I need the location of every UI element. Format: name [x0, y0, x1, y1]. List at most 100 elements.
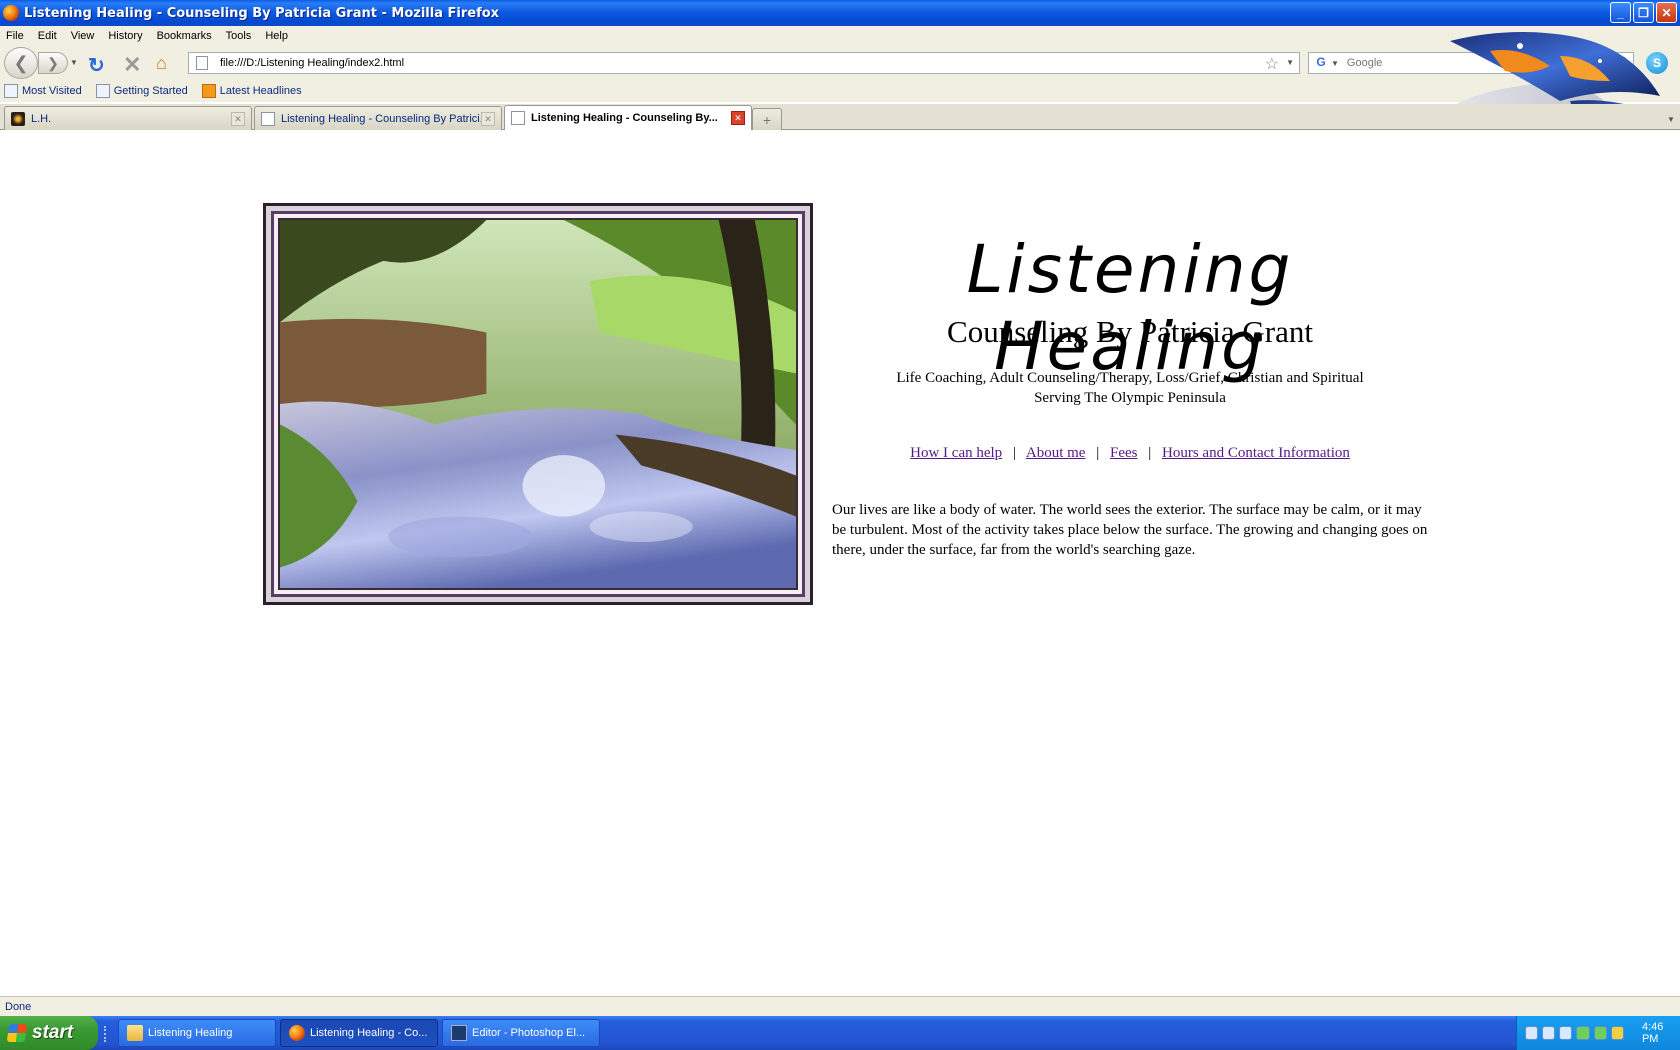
tray-collapse-icon[interactable] — [1525, 1026, 1539, 1040]
site-subtitle: Counseling By Patricia Grant — [947, 314, 1313, 349]
tab-listening-healing-active[interactable]: Listening Healing - Counseling By... ✕ — [504, 105, 752, 130]
tab-list-dropdown-icon[interactable]: ▼ — [1662, 108, 1680, 130]
maximize-button[interactable]: ❐ — [1633, 2, 1654, 23]
tray-app-icon[interactable] — [1610, 1026, 1624, 1040]
intro-paragraph: Our lives are like a body of water. The … — [832, 502, 1428, 558]
tab-close-icon[interactable]: ✕ — [731, 111, 745, 125]
arrow-left-icon: ❮ — [13, 52, 29, 73]
bookmark-star-icon[interactable]: ☆ — [1265, 54, 1279, 74]
tab-close-icon[interactable]: ✕ — [481, 112, 495, 126]
search-input[interactable] — [1346, 57, 1607, 69]
firefox-icon — [3, 5, 19, 21]
tray-network-icon[interactable] — [1542, 1026, 1556, 1040]
task-label: Listening Healing - Co... — [310, 1027, 428, 1039]
firefox-icon — [289, 1025, 305, 1041]
taskbar-item-firefox[interactable]: Listening Healing - Co... — [280, 1019, 438, 1047]
tab-strip: L.H. ✕ Listening Healing - Counseling By… — [0, 104, 1680, 130]
start-button[interactable]: start — [0, 1016, 98, 1050]
tab-close-icon[interactable]: ✕ — [231, 112, 245, 126]
start-label: start — [32, 1022, 74, 1043]
quick-launch-grip[interactable] — [104, 1026, 108, 1042]
link-separator: | — [1096, 445, 1100, 461]
close-button[interactable]: ✕ — [1656, 2, 1677, 23]
menu-bar: File Edit View History Bookmarks Tools H… — [0, 26, 1680, 46]
site-tagline: Life Coaching, Adult Counseling/Therapy,… — [830, 368, 1430, 408]
photoshop-icon — [451, 1025, 467, 1041]
bookmarks-toolbar: Most Visited Getting Started Latest Head… — [0, 80, 1680, 102]
status-bar: Done — [0, 996, 1680, 1016]
page-icon — [511, 111, 525, 125]
url-bar[interactable]: file:///D:/Listening Healing/index2.html… — [188, 52, 1300, 74]
menu-view[interactable]: View — [71, 30, 95, 42]
rss-feed-icon — [201, 84, 216, 98]
google-icon[interactable]: G — [1313, 55, 1329, 71]
task-label: Editor - Photoshop El... — [472, 1027, 586, 1039]
windows-flag-icon — [6, 1024, 28, 1042]
search-icon[interactable]: ⚲ — [1618, 54, 1628, 71]
tray-volume-icon[interactable] — [1559, 1026, 1573, 1040]
windows-taskbar: start Listening Healing Listening Healin… — [0, 1016, 1680, 1050]
bookmark-label: Getting Started — [113, 85, 188, 97]
lh-favicon-icon — [11, 111, 25, 126]
site-title: Listening Healing — [966, 231, 1294, 385]
new-tab-button[interactable]: + — [752, 108, 782, 130]
plus-icon: + — [762, 111, 772, 128]
window-title: Listening Healing - Counseling By Patric… — [24, 5, 500, 21]
back-button[interactable]: ❮ — [4, 47, 38, 79]
tagline-region: Serving The Olympic Peninsula — [1034, 390, 1226, 406]
page-icon — [196, 56, 208, 70]
taskbar-clock[interactable]: 4:46 PM — [1642, 1021, 1680, 1045]
taskbar-item-folder[interactable]: Listening Healing — [118, 1019, 276, 1047]
search-engine-dropdown-icon[interactable]: ▼ — [1331, 59, 1339, 68]
forward-button[interactable]: ❯ — [38, 52, 68, 74]
link-how-i-can-help[interactable]: How I can help — [910, 445, 1002, 461]
link-fees[interactable]: Fees — [1110, 445, 1138, 461]
system-tray: 4:46 PM — [1516, 1016, 1680, 1050]
status-text: Done — [5, 1000, 32, 1013]
site-navigation: How I can help | About me | Fees | Hours… — [830, 445, 1430, 462]
bookmark-latest-headlines[interactable]: Latest Headlines — [201, 84, 302, 98]
navigation-toolbar: ❮ ❯ ▼ ↻ ✕ ⌂ file:///D:/Listening Healing… — [0, 46, 1680, 80]
page-content: Listening Healing Counseling By Patricia… — [0, 131, 1680, 996]
bookmark-getting-started[interactable]: Getting Started — [95, 84, 188, 98]
menu-file[interactable]: File — [6, 30, 24, 42]
skype-icon[interactable]: S — [1646, 52, 1668, 74]
bookmark-label: Most Visited — [22, 85, 82, 97]
arrow-right-icon: ❯ — [47, 54, 59, 71]
stop-icon[interactable]: ✕ — [123, 52, 141, 78]
search-bar[interactable]: G ▼ ⚲ — [1308, 52, 1634, 74]
link-separator: | — [1148, 445, 1152, 461]
tab-lh[interactable]: L.H. ✕ — [4, 106, 252, 130]
home-icon[interactable]: ⌂ — [156, 53, 167, 74]
minimize-button[interactable]: _ — [1610, 2, 1631, 23]
taskbar-item-photoshop[interactable]: Editor - Photoshop El... — [442, 1019, 600, 1047]
url-dropdown-icon[interactable]: ▼ — [1286, 58, 1294, 67]
history-dropdown-icon[interactable]: ▼ — [70, 58, 78, 67]
tagline-services: Life Coaching, Adult Counseling/Therapy,… — [896, 370, 1364, 386]
menu-edit[interactable]: Edit — [38, 30, 57, 42]
menu-history[interactable]: History — [108, 30, 142, 42]
tray-security-icon[interactable] — [1576, 1026, 1590, 1040]
tab-label: L.H. — [31, 112, 52, 125]
page-icon — [95, 84, 110, 98]
bookmark-label: Latest Headlines — [219, 85, 302, 97]
menu-tools[interactable]: Tools — [226, 30, 252, 42]
link-hours-contact[interactable]: Hours and Contact Information — [1162, 445, 1350, 461]
window-titlebar: Listening Healing - Counseling By Patric… — [0, 0, 1680, 26]
task-label: Listening Healing — [148, 1027, 233, 1039]
url-text[interactable]: file:///D:/Listening Healing/index2.html — [220, 57, 404, 69]
stream-photo-frame — [263, 203, 813, 605]
reload-icon[interactable]: ↻ — [88, 53, 105, 78]
tab-listening-healing-1[interactable]: Listening Healing - Counseling By Patric… — [254, 106, 502, 130]
menu-bookmarks[interactable]: Bookmarks — [157, 30, 212, 42]
menu-help[interactable]: Help — [265, 30, 288, 42]
tray-update-icon[interactable] — [1593, 1026, 1607, 1040]
window-controls: _ ❐ ✕ — [1610, 2, 1677, 23]
link-about-me[interactable]: About me — [1026, 445, 1086, 461]
tab-label: Listening Healing - Counseling By... — [531, 112, 718, 124]
bookmark-most-visited[interactable]: Most Visited — [4, 84, 82, 98]
page-icon — [261, 111, 275, 126]
most-visited-icon — [4, 84, 18, 98]
link-separator: | — [1012, 445, 1016, 461]
folder-icon — [127, 1025, 143, 1041]
